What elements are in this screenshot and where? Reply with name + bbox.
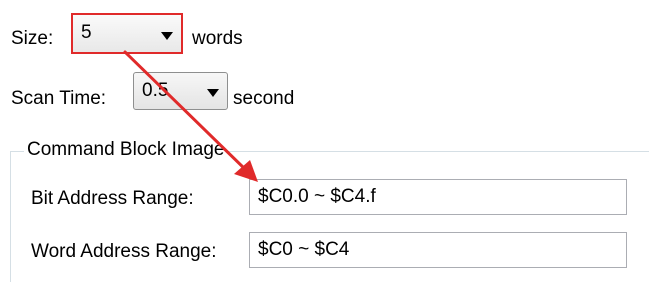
annotation-arrow-line bbox=[123, 50, 250, 174]
annotation-arrow bbox=[123, 50, 258, 182]
